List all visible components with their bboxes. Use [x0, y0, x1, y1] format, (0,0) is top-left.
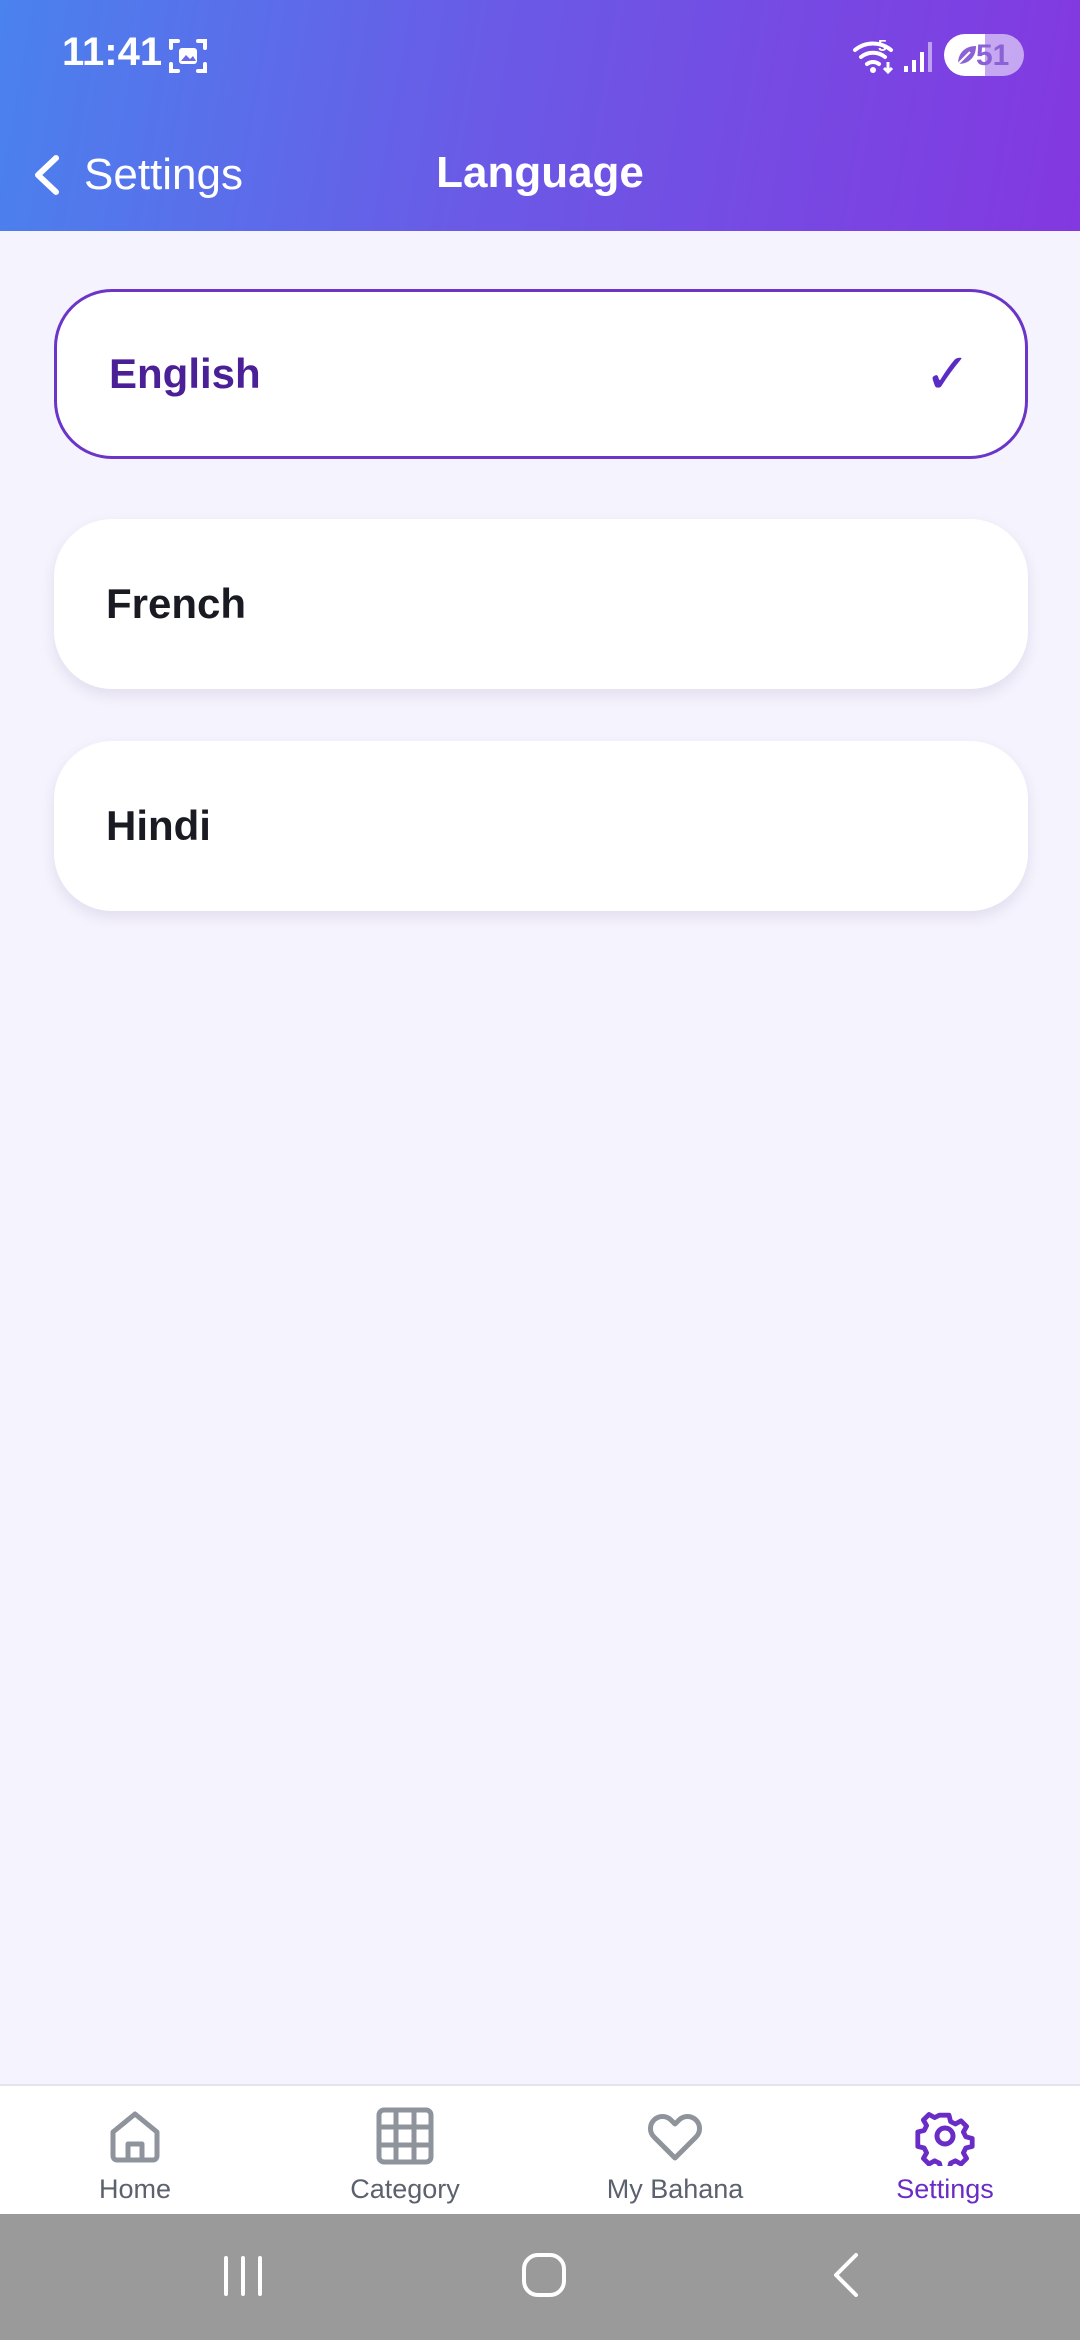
grid-icon: [376, 2107, 434, 2165]
system-back-icon[interactable]: [826, 2250, 866, 2300]
heart-icon: [648, 2114, 702, 2161]
gear-icon: [915, 2112, 975, 2166]
check-icon: ✓: [924, 342, 971, 405]
signal-icon: [904, 42, 932, 72]
nav-item-my-bahana[interactable]: My Bahana: [540, 2086, 810, 2216]
nav-item-category[interactable]: Category: [270, 2086, 540, 2216]
nav-label-settings: Settings: [896, 2174, 994, 2204]
language-label: French: [106, 580, 247, 627]
nav-label-category: Category: [350, 2174, 460, 2204]
home-button-icon[interactable]: [520, 2250, 568, 2300]
page-title: Language: [436, 148, 644, 197]
language-option-english[interactable]: English ✓: [54, 289, 1028, 459]
wifi-icon: [853, 41, 894, 75]
battery-percent: 51: [976, 39, 1010, 72]
language-option-hindi[interactable]: Hindi: [54, 741, 1028, 911]
bottom-nav: Home Category My Bahana Settings: [0, 2084, 1080, 2216]
screenshot-icon: [169, 39, 207, 73]
nav-label-home: Home: [98, 2174, 172, 2204]
battery-icon: 51: [944, 34, 1024, 76]
home-icon: [110, 2111, 160, 2163]
nav-label-my-bahana: My Bahana: [606, 2174, 744, 2204]
nav-item-home[interactable]: Home: [0, 2086, 270, 2216]
app-header: 11:41 5 51 Settings Language: [0, 0, 1080, 231]
language-label: English: [109, 350, 261, 397]
system-nav-bar: [0, 2214, 1080, 2340]
status-time: 11:41: [62, 30, 163, 74]
wifi-band-label: 5: [878, 38, 887, 55]
language-option-french[interactable]: French: [54, 519, 1028, 689]
language-label: Hindi: [106, 802, 211, 849]
recent-apps-icon[interactable]: [220, 2254, 266, 2298]
nav-item-settings[interactable]: Settings: [810, 2086, 1080, 2216]
